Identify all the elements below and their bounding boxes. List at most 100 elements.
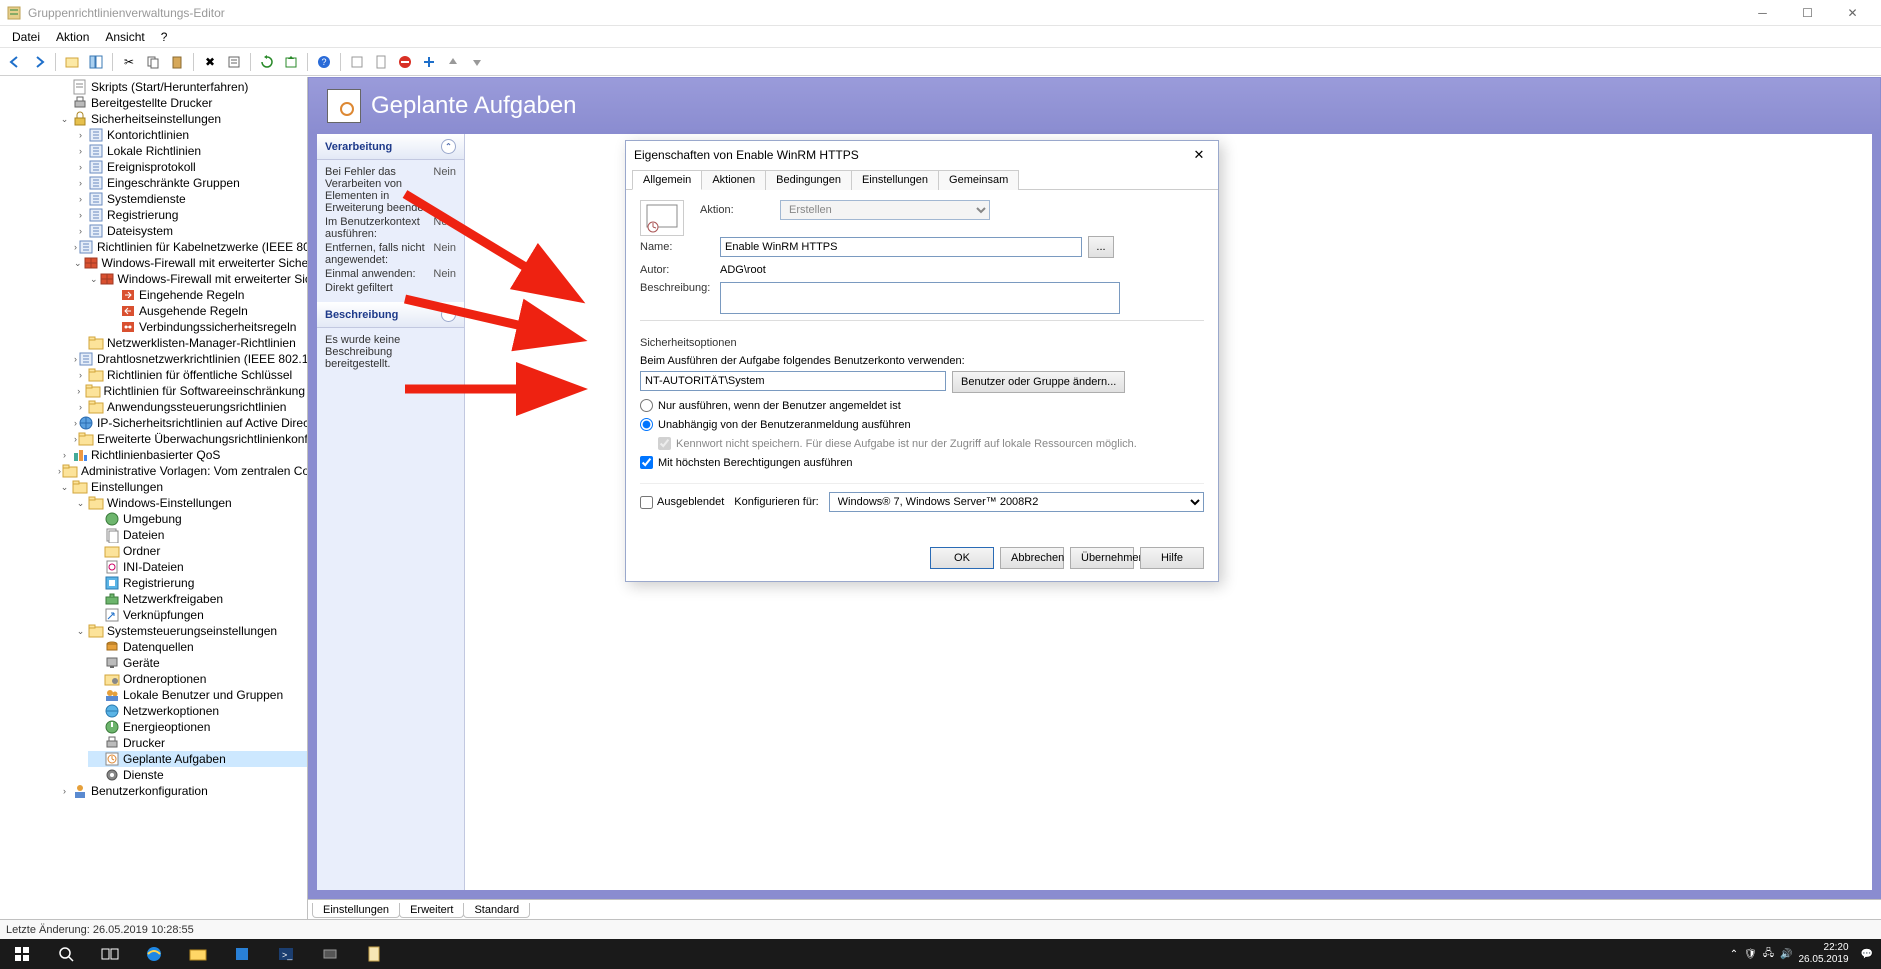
no-icon[interactable]: › [74,161,87,174]
tray-network-icon[interactable]: 🖧 [1763,946,1774,963]
chevron-down-icon[interactable]: ⌄ [58,113,71,126]
menu-datei[interactable]: Datei [4,28,48,46]
tree-item[interactable]: ⌄Sicherheitseinstellungen [56,111,307,127]
ie-button[interactable] [132,939,176,969]
checkbox-hidden[interactable] [640,496,653,509]
menu-ansicht[interactable]: Ansicht [97,28,152,46]
chevron-down-icon[interactable]: ⌄ [90,273,98,286]
collapse-icon[interactable]: ⌃ [441,307,456,322]
tree-item[interactable]: Skripts (Start/Herunterfahren) [56,79,307,95]
powershell-button[interactable]: >_ [264,939,308,969]
no-icon[interactable]: › [74,129,87,142]
help-button[interactable]: ? [313,51,335,73]
no-icon[interactable]: › [74,241,77,254]
desc-input[interactable] [720,282,1120,314]
add-button[interactable] [418,51,440,73]
clock[interactable]: 22:20 26.05.2019 [1798,942,1848,966]
chevron-down-icon[interactable]: ⌄ [74,497,87,510]
ok-button[interactable]: OK [930,547,994,569]
tree-item[interactable]: ⌄Einstellungen [56,479,307,495]
user-account-input[interactable] [640,371,946,391]
tree-item[interactable]: ›Dateisystem [72,223,307,239]
radio-logged-in[interactable] [640,399,653,412]
tree-item[interactable]: Dienste [88,767,307,783]
search-button[interactable] [44,939,88,969]
collapse-icon[interactable]: ⌃ [441,139,456,154]
tool-a[interactable] [346,51,368,73]
tree-item[interactable]: ›Systemdienste [72,191,307,207]
tree-item[interactable]: ›Richtlinien für Kabelnetzwerke (IEEE 80… [72,239,307,255]
dialog-tab[interactable]: Allgemein [632,170,702,190]
tree-item[interactable]: Energieoptionen [88,719,307,735]
tree-pane[interactable]: Skripts (Start/Herunterfahren)Bereitgest… [0,77,308,919]
chevron-down-icon[interactable]: ⌄ [74,257,82,270]
btab-standard[interactable]: Standard [463,903,530,918]
paste-button[interactable] [166,51,188,73]
export-button[interactable] [280,51,302,73]
cut-button[interactable]: ✂ [118,51,140,73]
tray-chevron-icon[interactable]: ⌃ [1730,949,1738,960]
help-button[interactable]: Hilfe [1140,547,1204,569]
tree-item[interactable]: Verbindungssicherheitsregeln [104,319,307,335]
tree-item[interactable]: Ordneroptionen [88,671,307,687]
tree-item[interactable]: Netzwerkoptionen [88,703,307,719]
tree-item[interactable]: Datenquellen [88,639,307,655]
radio-independent[interactable] [640,418,653,431]
dialog-tab[interactable]: Aktionen [701,170,766,190]
forward-button[interactable] [28,51,50,73]
tree-item[interactable]: ›Anwendungssteuerungsrichtlinien [72,399,307,415]
dialog-close-button[interactable]: ✕ [1186,145,1212,165]
configfor-select[interactable]: Windows® 7, Windows Server™ 2008R2 [829,492,1204,512]
tree-item[interactable]: ›Benutzerkonfiguration [56,783,307,799]
tree-item[interactable]: Umgebung [88,511,307,527]
taskview-button[interactable] [88,939,132,969]
menu-aktion[interactable]: Aktion [48,28,97,46]
menu-help[interactable]: ? [153,28,176,46]
tree-item[interactable]: ›IP-Sicherheitsrichtlinien auf Active Di… [72,415,307,431]
no-icon[interactable]: › [74,369,87,382]
start-button[interactable] [0,939,44,969]
tree-item[interactable]: Lokale Benutzer und Gruppen [88,687,307,703]
no-icon[interactable]: › [74,225,87,238]
tree-item[interactable]: Eingehende Regeln [104,287,307,303]
tray-volume-icon[interactable]: 🔊 [1780,949,1792,960]
tree-item[interactable]: ›Richtlinien für öffentliche Schlüssel [72,367,307,383]
tree-item[interactable]: ›Drahtlosnetzwerkrichtlinien (IEEE 802.1… [72,351,307,367]
dialog-tab[interactable]: Gemeinsam [938,170,1019,190]
tree-item[interactable]: Netzwerklisten-Manager-Richtlinien [72,335,307,351]
tool-page[interactable] [370,51,392,73]
no-icon[interactable]: › [74,417,77,430]
browse-button[interactable]: ... [1088,236,1114,258]
tree-item[interactable]: Ordner [88,543,307,559]
tree-item[interactable]: ›Administrative Vorlagen: Vom zentralen … [56,463,307,479]
no-icon[interactable]: › [74,353,77,366]
properties-button[interactable] [223,51,245,73]
tree-item[interactable]: Netzwerkfreigaben [88,591,307,607]
no-icon[interactable]: › [58,785,71,798]
system-tray[interactable]: ⌃ 🛡 🖧 🔊 22:20 26.05.2019 💬 [1722,939,1881,969]
tree-item[interactable]: ›Registrierung [72,207,307,223]
explorer-button[interactable] [176,939,220,969]
no-icon[interactable]: › [74,193,87,206]
chevron-down-icon[interactable]: ⌄ [58,481,71,494]
no-icon[interactable]: › [74,145,87,158]
no-icon[interactable]: › [74,209,87,222]
up-button[interactable] [61,51,83,73]
minimize-button[interactable]: ─ [1740,0,1785,26]
tree-item[interactable]: Geplante Aufgaben [88,751,307,767]
tree-item[interactable]: Ausgehende Regeln [104,303,307,319]
showtree-button[interactable] [85,51,107,73]
tree-item[interactable]: INI-Dateien [88,559,307,575]
processing-header[interactable]: Verarbeitung ⌃ [317,134,464,160]
btab-einstellungen[interactable]: Einstellungen [312,903,400,918]
description-header[interactable]: Beschreibung ⌃ [317,302,464,328]
stop-button[interactable] [394,51,416,73]
tree-item[interactable]: ⌄Windows-Firewall mit erweiterter Sicher… [72,255,307,271]
no-icon[interactable]: › [74,385,84,398]
action-select[interactable]: Erstellen [780,200,990,220]
btab-erweitert[interactable]: Erweitert [399,903,464,918]
change-user-button[interactable]: Benutzer oder Gruppe ändern... [952,371,1125,393]
tree-item[interactable]: Geräte [88,655,307,671]
no-icon[interactable]: › [58,465,61,478]
tree-item[interactable]: ›Richtlinien für Softwareeinschränkung [72,383,307,399]
